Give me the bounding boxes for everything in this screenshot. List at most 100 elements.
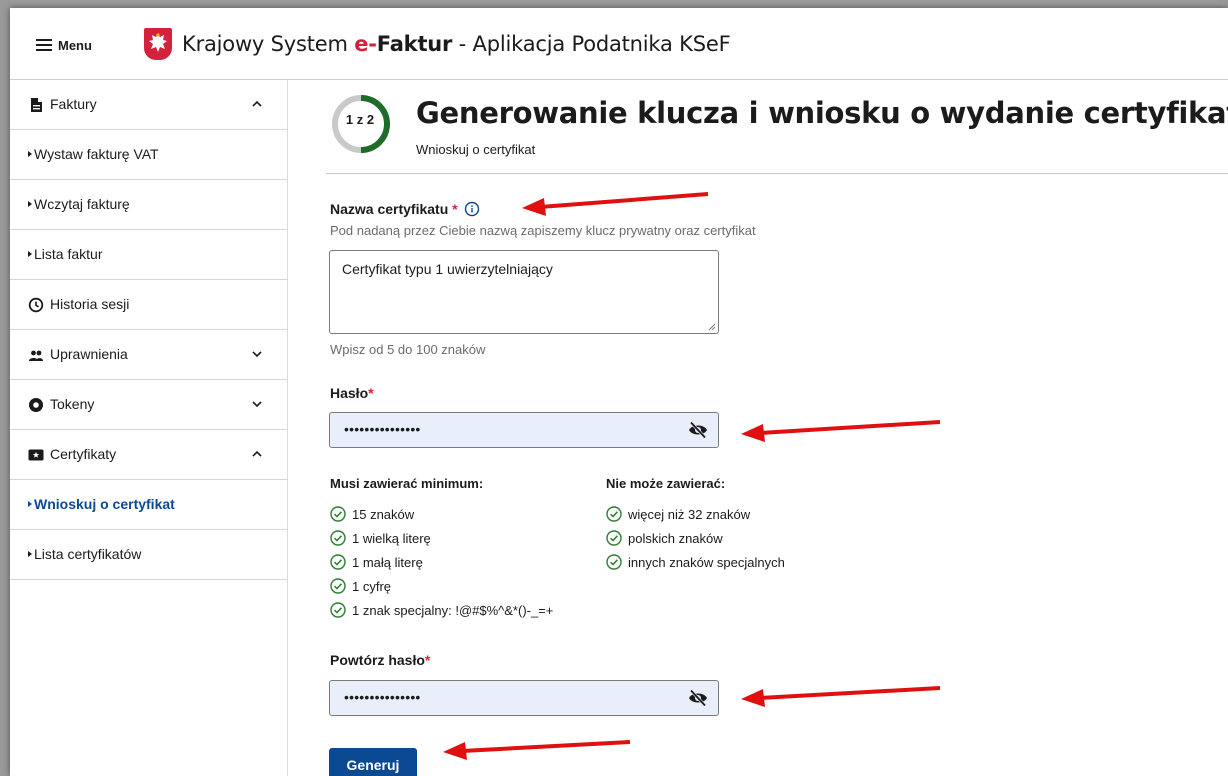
- bullet-icon: [28, 501, 32, 507]
- sidebar-item-label: Certyfikaty: [50, 446, 117, 462]
- sidebar-item-label: Uprawnienia: [50, 346, 128, 362]
- repeat-password-input[interactable]: •••••••••••••••: [329, 680, 719, 716]
- app-title: Krajowy System e-Faktur - Aplikacja Poda…: [182, 32, 731, 56]
- sidebar-item-label: Wnioskuj o certyfikat: [34, 496, 175, 512]
- people-icon: [29, 350, 43, 361]
- sidebar-item-lista-certyfikatow[interactable]: Lista certyfikatów: [10, 530, 287, 580]
- required-mark: *: [424, 652, 431, 668]
- top-header: Menu Krajowy System e-Faktur - Aplikacja…: [10, 8, 1228, 80]
- menu-label: Menu: [58, 37, 92, 53]
- info-icon[interactable]: [464, 201, 480, 217]
- check-circle-icon: [330, 506, 346, 522]
- eagle-emblem-icon: [144, 28, 172, 60]
- chevron-up-icon: [252, 100, 262, 107]
- cert-name-hint: Pod nadaną przez Ciebie nazwą zapiszemy …: [330, 223, 756, 238]
- sidebar-item-label: Wczytaj fakturę: [34, 196, 130, 212]
- rule-item: 1 wielką literę: [330, 530, 431, 546]
- password-value: •••••••••••••••: [344, 421, 421, 437]
- cert-name-label-text: Nazwa certyfikatu: [330, 201, 449, 217]
- title-prefix: Krajowy System: [182, 32, 355, 56]
- step-indicator: 1 z 2: [345, 112, 375, 127]
- chevron-down-icon: [252, 351, 262, 358]
- bullet-icon: [28, 201, 32, 207]
- required-mark: *: [368, 385, 374, 401]
- resize-handle-icon[interactable]: [708, 323, 716, 331]
- eye-off-icon[interactable]: [688, 689, 708, 707]
- must-not-contain-heading: Nie może zawierać:: [606, 476, 726, 491]
- page-subtitle: Wnioskuj o certyfikat: [416, 142, 536, 157]
- rule-text: 15 znaków: [352, 506, 415, 522]
- main-content: 1 z 2 Generowanie klucza i wniosku o wyd…: [288, 80, 1228, 776]
- sidebar-item-label: Tokeny: [50, 396, 95, 412]
- clock-icon: [28, 297, 44, 313]
- sidebar-item-certyfikaty[interactable]: Certyfikaty: [10, 430, 287, 480]
- menu-button[interactable]: Menu: [36, 35, 92, 55]
- rule-text: polskich znaków: [628, 530, 723, 546]
- sidebar-item-faktury[interactable]: Faktury: [10, 80, 287, 130]
- rule-item: 1 małą literę: [330, 554, 423, 570]
- password-input[interactable]: •••••••••••••••: [329, 412, 719, 448]
- sidebar: Faktury Wystaw fakturę VAT Wczytaj faktu…: [10, 80, 288, 776]
- sidebar-item-label: Wystaw fakturę VAT: [34, 146, 159, 162]
- app-window: Menu Krajowy System e-Faktur - Aplikacja…: [10, 8, 1228, 776]
- page-title: Generowanie klucza i wniosku o wydanie c…: [416, 96, 1228, 130]
- sidebar-item-wnioskuj-o-certyfikat[interactable]: Wnioskuj o certyfikat: [10, 480, 287, 530]
- sidebar-item-wczytaj-fakture[interactable]: Wczytaj fakturę: [10, 180, 287, 230]
- chevron-down-icon: [252, 401, 262, 408]
- divider: [326, 173, 1228, 174]
- sidebar-item-label: Historia sesji: [50, 296, 130, 312]
- bullet-icon: [28, 151, 32, 157]
- sidebar-item-label: Lista faktur: [34, 246, 103, 262]
- certificate-icon: [28, 449, 44, 461]
- rule-item: więcej niż 32 znaków: [606, 506, 750, 522]
- check-circle-icon: [330, 530, 346, 546]
- rule-text: 1 znak specjalny: !@#$%^&*()-_=+: [352, 602, 554, 618]
- hamburger-icon: [36, 39, 52, 51]
- rule-item: polskich znaków: [606, 530, 723, 546]
- chevron-up-icon: [252, 450, 262, 457]
- rule-text: więcej niż 32 znaków: [628, 506, 751, 522]
- sidebar-item-lista-faktur[interactable]: Lista faktur: [10, 230, 287, 280]
- repeat-password-value: •••••••••••••••: [344, 689, 421, 705]
- rule-text: 1 wielką literę: [352, 530, 431, 546]
- password-label: Hasło*: [330, 385, 374, 401]
- cert-name-textarea[interactable]: Certyfikat typu 1 uwierzytelniający: [329, 250, 719, 334]
- rule-text: 1 małą literę: [352, 554, 423, 570]
- title-suffix: - Aplikacja Podatnika KSeF: [452, 32, 731, 56]
- cert-name-value: Certyfikat typu 1 uwierzytelniający: [342, 261, 553, 277]
- token-icon: [29, 398, 43, 412]
- password-label-text: Hasło: [330, 385, 369, 401]
- check-circle-icon: [330, 602, 346, 618]
- repeat-password-label-text: Powtórz hasło: [330, 652, 425, 668]
- rule-item: innych znaków specjalnych: [606, 554, 785, 570]
- bullet-icon: [28, 251, 32, 257]
- rule-item: 1 znak specjalny: !@#$%^&*()-_=+: [330, 602, 553, 618]
- rule-text: innych znaków specjalnych: [628, 554, 785, 570]
- required-mark: *: [452, 201, 458, 217]
- repeat-password-label: Powtórz hasło*: [330, 652, 430, 668]
- sidebar-item-historia-sesji[interactable]: Historia sesji: [10, 280, 287, 330]
- sidebar-item-label: Lista certyfikatów: [34, 546, 142, 562]
- sidebar-item-tokeny[interactable]: Tokeny: [10, 380, 287, 430]
- check-circle-icon: [606, 554, 622, 570]
- rule-item: 15 znaków: [330, 506, 414, 522]
- cert-name-length-hint: Wpisz od 5 do 100 znaków: [330, 342, 486, 357]
- generate-button[interactable]: Generuj: [329, 748, 417, 776]
- check-circle-icon: [606, 530, 622, 546]
- document-icon: [31, 98, 42, 112]
- sidebar-item-uprawnienia[interactable]: Uprawnienia: [10, 330, 287, 380]
- title-brand-e: e-: [354, 32, 377, 56]
- eye-off-icon[interactable]: [688, 421, 708, 439]
- sidebar-item-wystaw-fakture[interactable]: Wystaw fakturę VAT: [10, 130, 287, 180]
- bullet-icon: [28, 551, 32, 557]
- rule-item: 1 cyfrę: [330, 578, 391, 594]
- must-contain-heading: Musi zawierać minimum:: [330, 476, 484, 491]
- title-brand-rest: Faktur: [376, 32, 453, 56]
- title-brand: e-Faktur: [354, 32, 452, 56]
- check-circle-icon: [330, 554, 346, 570]
- check-circle-icon: [606, 506, 622, 522]
- rule-text: 1 cyfrę: [352, 578, 392, 594]
- cert-name-label: Nazwa certyfikatu *: [330, 201, 480, 217]
- check-circle-icon: [330, 578, 346, 594]
- sidebar-item-label: Faktury: [50, 96, 97, 112]
